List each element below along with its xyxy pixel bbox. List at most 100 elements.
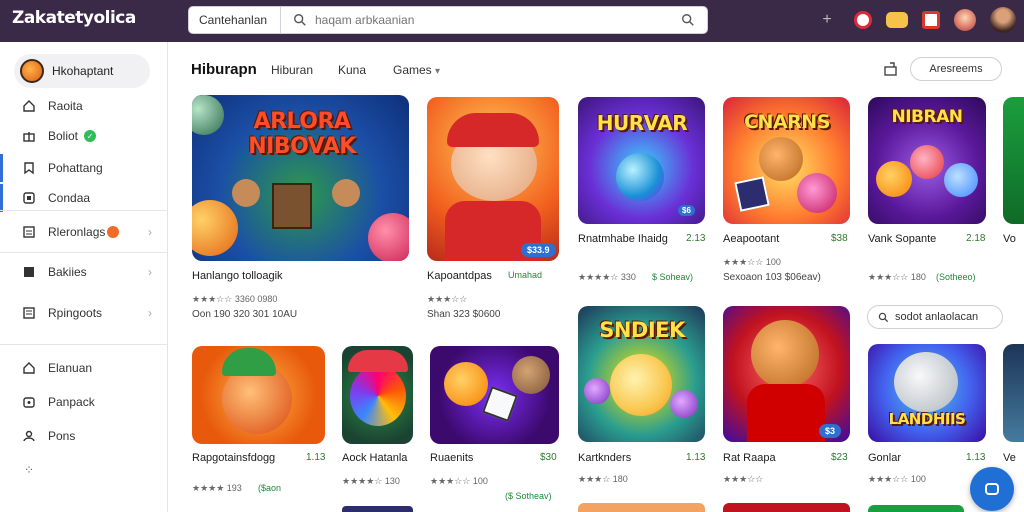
search-chip[interactable]: sodot anlaolacan (867, 305, 1003, 329)
game-rating: ★★★★☆ 330 (578, 272, 636, 282)
thumbnail-title: HURVAR (596, 111, 688, 135)
bookmark-icon (22, 161, 36, 175)
game-thumbnail[interactable]: CNARNS (723, 97, 850, 224)
sidebar-item-label: Elanuan (48, 361, 93, 375)
filter-button[interactable]: Aresreems (910, 57, 1002, 81)
game-rating: ★★★☆ 180 (578, 474, 628, 484)
profile-name: Hkohaptant (52, 64, 114, 78)
thumbnail-title: NIBRAN (891, 107, 964, 127)
user-icon (22, 429, 36, 443)
game-title: Vo (1003, 233, 1016, 245)
avatar[interactable] (990, 7, 1016, 33)
game-tag: $ Soheav) (652, 272, 694, 282)
sidebar-item-label: Pons (48, 429, 76, 443)
game-tag: ($aon (258, 483, 282, 493)
price-badge: $33.9 (521, 243, 556, 257)
sidebar-item-elanuan[interactable]: Elanuan (0, 354, 168, 382)
game-stats: Shan 323 $0600 (427, 309, 501, 320)
tab-games[interactable]: Games ▾ (393, 63, 440, 77)
game-thumbnail[interactable] (342, 346, 413, 444)
sidebar-item-label: Boliot (48, 129, 79, 143)
game-stats: Sexoaon 103 $06eav) (723, 272, 821, 283)
game-price: 1.13 (306, 452, 326, 463)
chevron-right-icon: › (148, 265, 152, 279)
game-title: Ruaenits (430, 452, 474, 464)
thumbnail-title: ARLORA NIBOVAK (248, 109, 356, 159)
divider (0, 210, 168, 211)
game-thumbnail[interactable] (1003, 97, 1024, 224)
game-thumbnail[interactable]: NIBRAN (868, 97, 986, 224)
sidebar-item-rleronlags[interactable]: Rleronlags › (0, 218, 168, 246)
sidebar-item-label: Raoita (48, 99, 83, 113)
next-row-thumbnail (578, 503, 705, 512)
sidebar-item-pohattang[interactable]: Pohattang (0, 154, 168, 182)
game-thumbnail[interactable] (1003, 344, 1024, 442)
game-thumbnail[interactable]: $3 (723, 306, 850, 442)
top-bar: Zakatetyolica Cantehanlan + (0, 0, 1024, 42)
share-icon[interactable] (882, 60, 900, 78)
game-price: $23 (831, 452, 848, 463)
game-tag: ($ Sotheav) (505, 491, 552, 501)
tab-hiburan[interactable]: Hiburan (271, 63, 313, 77)
tab-kuna[interactable]: Kuna (338, 63, 366, 77)
profile-chip[interactable]: Hkohaptant (14, 54, 150, 88)
notification-icon[interactable] (854, 11, 872, 29)
chevron-down-icon: ▾ (435, 66, 441, 77)
cart-icon[interactable] (922, 11, 940, 29)
game-rating: ★★★☆☆ 100 (723, 257, 781, 267)
gamepad-icon[interactable] (886, 12, 908, 28)
search-scope-select[interactable]: Cantehanlan (189, 7, 281, 33)
tablet-illustration (272, 183, 312, 229)
gift-icon (22, 129, 36, 143)
sidebar-item-boliot[interactable]: Boliot ✓ (0, 122, 168, 150)
sidebar-item-home[interactable]: Raoita (0, 92, 168, 120)
game-thumbnail[interactable]: HURVAR $6 (578, 97, 705, 224)
cap-illustration (222, 348, 276, 376)
search-icon (878, 312, 889, 322)
grid-icon (22, 191, 36, 205)
next-row-thumbnail (868, 505, 964, 512)
sidebar-item-pons[interactable]: Pons (0, 422, 168, 450)
sidebar-item-label: Panpack (48, 395, 95, 409)
plus-icon[interactable]: + (814, 7, 840, 33)
sidebar-item-panpack[interactable]: Panpack (0, 388, 168, 416)
app-logo[interactable]: Zakatetyolica (12, 8, 136, 28)
game-title: Rapgotainsfdogg (192, 452, 276, 464)
sidebar-item-more[interactable]: ⁘ (0, 456, 168, 484)
sidebar-item-bakiies[interactable]: Bakiies › (0, 258, 168, 286)
sidebar-item-label: Condaa (48, 191, 91, 205)
game-rating: ★★★☆☆ 3360 0980 (192, 294, 278, 304)
game-thumbnail[interactable]: SNDIEK (578, 306, 705, 442)
game-thumbnail[interactable] (192, 346, 325, 444)
search-bar[interactable]: Cantehanlan (188, 6, 708, 34)
game-title: Vank Sopante (868, 233, 937, 245)
sidebar-item-label: Bakiies (48, 265, 87, 279)
character-icon[interactable] (954, 9, 976, 31)
game-price: 2.13 (686, 233, 706, 244)
price-badge: $6 (678, 205, 695, 216)
game-rating: ★★★★☆ 130 (342, 476, 400, 486)
status-badge: ✓ (84, 130, 97, 142)
game-price: 1.13 (686, 452, 706, 463)
game-rating: ★★★☆☆ (427, 294, 468, 304)
game-price: 1.13 (966, 452, 986, 463)
game-thumbnail[interactable]: LANDHIIS (868, 344, 986, 442)
thumbnail-title: LANDHIIS (888, 410, 966, 428)
game-stats: Oon 190 320 301 10AU (192, 309, 298, 320)
square-icon (22, 265, 36, 279)
game-thumbnail[interactable] (430, 346, 559, 444)
alert-badge (107, 226, 120, 238)
divider (0, 344, 168, 345)
search-submit-icon[interactable] (681, 13, 695, 27)
sidebar-item-condaa[interactable]: Condaa (0, 184, 168, 212)
divider (0, 252, 168, 253)
hat-illustration (447, 113, 539, 147)
sidebar-item-label: Rleronlags (48, 225, 106, 239)
game-thumbnail[interactable]: $33.9 (427, 97, 559, 261)
game-price: $38 (831, 233, 848, 244)
game-thumbnail[interactable]: ARLORA NIBOVAK (192, 95, 409, 261)
thumbnail-title: CNARNS (744, 111, 830, 133)
sidebar-item-rpingoots[interactable]: Rpingoots › (0, 299, 168, 327)
search-input[interactable] (307, 7, 681, 33)
chat-fab-button[interactable] (970, 467, 1014, 511)
